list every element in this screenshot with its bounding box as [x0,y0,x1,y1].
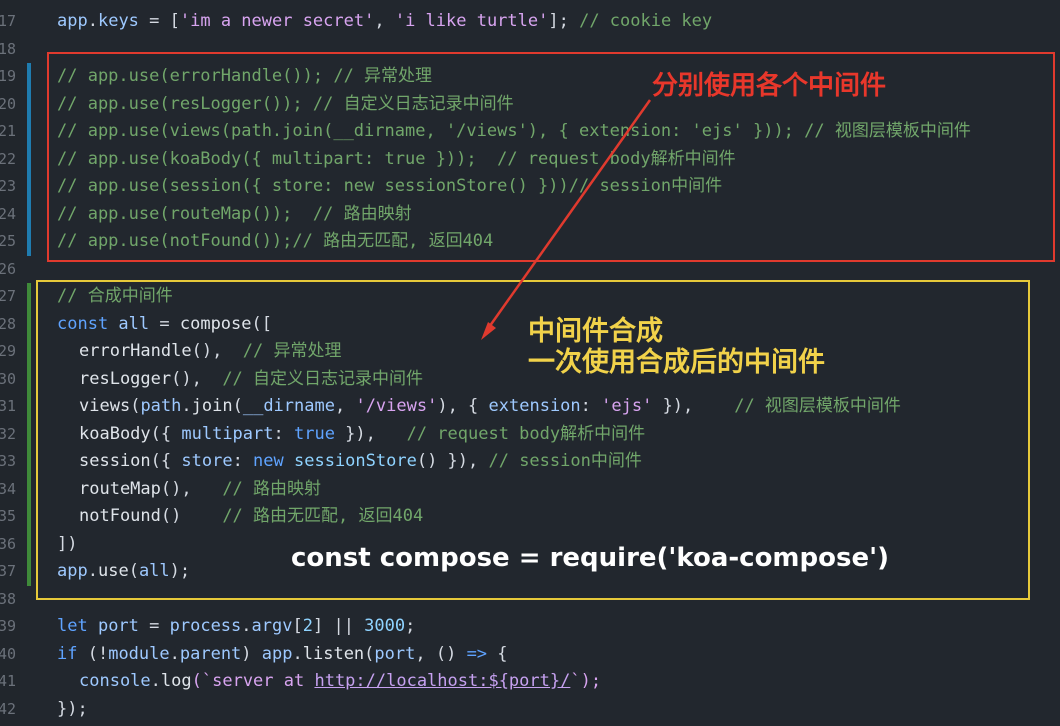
compose-note-line1: 中间件合成 [528,316,663,347]
arrow-line [485,99,652,331]
arrow-head [481,322,496,340]
require-koa-compose-note: const compose = require('koa-compose') [291,543,889,573]
compose-middleware-note: 中间件合成 一次使用合成后的中间件 [528,316,825,378]
compose-note-line2: 一次使用合成后的中间件 [528,347,825,379]
separate-middleware-note: 分别使用各个中间件 [652,71,887,101]
code-editor[interactable]: 17 app.keys = ['im a newer secret', 'i li… [0,0,1060,726]
